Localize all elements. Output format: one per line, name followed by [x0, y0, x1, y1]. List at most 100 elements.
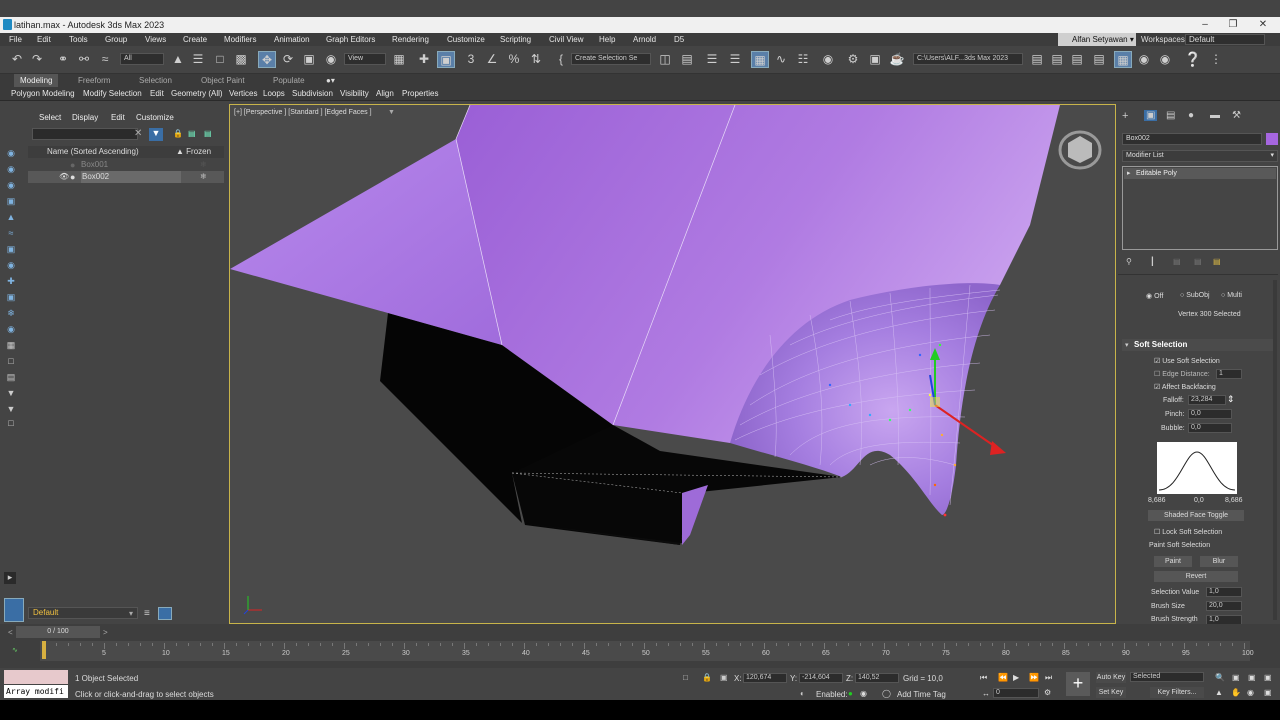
- utilities-tab-icon[interactable]: ⚒: [1232, 110, 1241, 121]
- link-icon[interactable]: ⚭: [54, 51, 72, 68]
- edit-named-sel-icon[interactable]: {: [552, 51, 570, 68]
- visibility-dot-icon[interactable]: ●: [70, 171, 75, 183]
- arnold-icon[interactable]: ◉: [1135, 51, 1153, 68]
- ribbon-subdivision[interactable]: Subdivision: [292, 87, 333, 101]
- menu-tools[interactable]: Tools: [69, 33, 88, 46]
- explorer-menu-customize[interactable]: Customize: [136, 112, 174, 124]
- display-xrefs-icon[interactable]: ◉: [4, 260, 18, 271]
- ribbon-align[interactable]: Align: [376, 87, 394, 101]
- set-key-button[interactable]: Set Key: [1096, 687, 1126, 698]
- display-spacewarps-icon[interactable]: ≈: [4, 228, 18, 239]
- mirror-icon[interactable]: ◫: [656, 51, 674, 68]
- collapse-arrow-icon[interactable]: ▾: [1125, 341, 1129, 349]
- modifier-list-dropdown[interactable]: Modifier List ▾: [1122, 150, 1278, 162]
- close-button[interactable]: ✕: [1248, 17, 1278, 33]
- keyboard-shortcut-toggle-icon[interactable]: ▣: [437, 51, 455, 68]
- bubble-spinner[interactable]: 0,0: [1188, 423, 1232, 433]
- next-frame-icon[interactable]: >: [103, 628, 108, 637]
- menu-d5[interactable]: D5: [674, 33, 684, 46]
- ref-coord-dropdown[interactable]: View: [344, 53, 386, 65]
- blur-button[interactable]: Blur: [1200, 556, 1238, 567]
- help-icon[interactable]: ❔: [1184, 51, 1202, 68]
- menu-arnold[interactable]: Arnold: [633, 33, 656, 46]
- display-tab-icon[interactable]: ▬: [1210, 110, 1220, 121]
- menu-modifiers[interactable]: Modifiers: [224, 33, 256, 46]
- selection-value-spinner[interactable]: 1,0: [1206, 587, 1242, 597]
- display-geometry-icon[interactable]: ◉: [4, 148, 18, 159]
- lock-soft-selection-checkbox[interactable]: ☐ Lock Soft Selection: [1154, 528, 1222, 536]
- menu-graph-editors[interactable]: Graph Editors: [326, 33, 375, 46]
- motion-tab-icon[interactable]: ●: [1188, 110, 1194, 121]
- spinner-arrows-icon[interactable]: ⇕: [1227, 394, 1235, 405]
- display-hidden-icon[interactable]: ◉: [4, 324, 18, 335]
- remove-modifier-icon[interactable]: ▤: [1194, 257, 1202, 266]
- display-cameras-icon[interactable]: ▣: [4, 196, 18, 207]
- render-production-icon[interactable]: ☕: [888, 51, 906, 68]
- filter-alt-icon[interactable]: ▼: [4, 404, 18, 415]
- zoom-extents-icon[interactable]: ▣: [1248, 673, 1256, 682]
- time-slider[interactable]: 0 / 100: [16, 626, 100, 638]
- workspace-dropdown[interactable]: Default: [1185, 34, 1265, 45]
- use-soft-selection-checkbox[interactable]: ☑ Use Soft Selection: [1154, 357, 1220, 365]
- menu-edit[interactable]: Edit: [37, 33, 51, 46]
- ribbon-tab-populate[interactable]: Populate: [273, 74, 305, 87]
- layer-explorer-icon[interactable]: [158, 607, 172, 620]
- clear-search-icon[interactable]: ✕: [134, 128, 142, 139]
- panel-scrollbar[interactable]: [1273, 280, 1277, 620]
- toggle-scene-explorer-icon[interactable]: ☰: [703, 51, 721, 68]
- revert-button[interactable]: Revert: [1154, 571, 1238, 582]
- perspective-viewport[interactable]: [+] [Perspective ] [Standard ] [Edged Fa…: [229, 104, 1116, 624]
- redo-icon[interactable]: ↷: [28, 51, 46, 68]
- z-coordinate-field[interactable]: 140,52: [855, 673, 899, 683]
- key-mode-icon[interactable]: ↔: [982, 689, 990, 698]
- enabled-dot-icon[interactable]: ●: [848, 689, 853, 698]
- maxscript-listener-pink[interactable]: [4, 670, 68, 684]
- go-to-start-icon[interactable]: ⏮: [980, 673, 987, 683]
- explorer-menu-select[interactable]: Select: [39, 112, 61, 124]
- pin-stack-icon[interactable]: ⚲: [1126, 257, 1132, 266]
- menu-scripting[interactable]: Scripting: [500, 33, 531, 46]
- open-icon[interactable]: ▤: [1028, 51, 1046, 68]
- ribbon-options-icon[interactable]: ●▾: [326, 74, 335, 87]
- d5-icon[interactable]: ◉: [1156, 51, 1174, 68]
- adaptive-degradation-icon[interactable]: ◐: [800, 689, 805, 698]
- scene-row-box001[interactable]: ● Box001 ❄: [28, 159, 224, 171]
- ribbon-tab-freeform[interactable]: Freeform: [78, 74, 110, 87]
- explorer-search-input[interactable]: [32, 128, 138, 140]
- zoom-all-icon[interactable]: ▣: [1232, 673, 1240, 682]
- selection-filter-dropdown[interactable]: All: [120, 53, 164, 65]
- ribbon-geometry-all[interactable]: Geometry (All): [171, 87, 223, 101]
- curve-editor-icon[interactable]: ∿: [772, 51, 790, 68]
- rect-selection-icon[interactable]: □: [211, 51, 229, 68]
- configure-sets-icon[interactable]: ▤: [1213, 257, 1221, 266]
- undo-icon[interactable]: ↶: [8, 51, 26, 68]
- display-shapes-icon[interactable]: ◉: [4, 164, 18, 175]
- expand-arrow-icon[interactable]: ▸: [1127, 169, 1131, 177]
- key-filters-button[interactable]: Key Filters...: [1150, 687, 1204, 698]
- brush-size-spinner[interactable]: 20,0: [1206, 601, 1242, 611]
- ribbon-tab-modeling[interactable]: Modeling: [14, 74, 59, 87]
- select-manipulate-icon[interactable]: ✚: [415, 51, 433, 68]
- placement-icon[interactable]: ◉: [322, 51, 340, 68]
- freeze-icon[interactable]: ❄: [200, 171, 207, 183]
- render-setup-icon[interactable]: ⚙: [844, 51, 862, 68]
- scale-icon[interactable]: ▣: [300, 51, 318, 68]
- rendered-frame-icon[interactable]: ▣: [866, 51, 884, 68]
- minimize-button[interactable]: –: [1190, 17, 1220, 33]
- column-frozen[interactable]: ▲ Frozen: [176, 146, 211, 158]
- menu-help[interactable]: Help: [599, 33, 615, 46]
- stack-item-editable-poly[interactable]: Editable Poly: [1124, 168, 1276, 179]
- edge-distance-checkbox[interactable]: ☐ Edge Distance:: [1154, 370, 1210, 378]
- viewport-layout-icon[interactable]: ▦: [1114, 51, 1132, 68]
- display-lights-icon[interactable]: ◉: [4, 180, 18, 191]
- viewport-label[interactable]: [+] [Perspective ] [Standard ] [Edged Fa…: [234, 109, 372, 116]
- orbit-icon[interactable]: ◉: [1247, 688, 1254, 697]
- display-bones-icon[interactable]: ✚: [4, 276, 18, 287]
- preview-off-radio[interactable]: ◉ Off: [1146, 292, 1163, 300]
- eye-icon[interactable]: 👁: [59, 171, 69, 183]
- funnel-filter-icon[interactable]: ▼: [149, 128, 163, 141]
- hierarchy-icon[interactable]: ▤: [204, 129, 212, 138]
- invert-display-icon[interactable]: ▤: [4, 372, 18, 383]
- percent-snap-icon[interactable]: %: [505, 51, 523, 68]
- time-config-icon[interactable]: ⚙: [1044, 688, 1051, 697]
